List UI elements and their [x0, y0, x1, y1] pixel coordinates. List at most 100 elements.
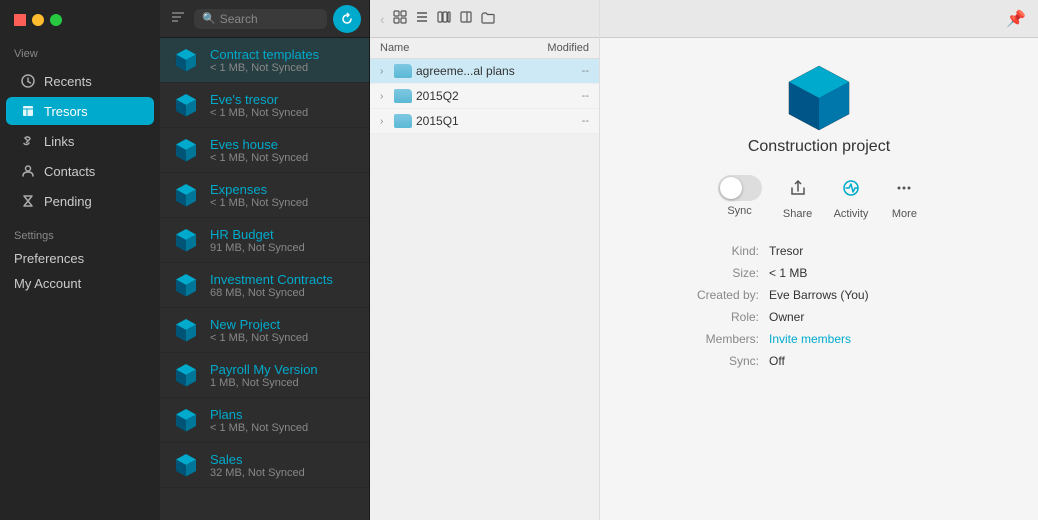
tresor-icon: [172, 361, 200, 389]
sync-action[interactable]: Sync: [718, 175, 762, 217]
list-item-info: Eve's tresor < 1 MB, Not Synced: [210, 92, 308, 119]
sync-toggle[interactable]: [718, 175, 762, 201]
detail-info: Kind: Tresor Size: < 1 MB Created by: Ev…: [669, 240, 969, 372]
project-logo: [779, 58, 859, 138]
file-row-name: agreeme...al plans: [416, 64, 525, 78]
activity-action-label: Activity: [834, 208, 869, 220]
list-item[interactable]: HR Budget 91 MB, Not Synced: [160, 218, 369, 263]
detail-row-sync: Sync: Off: [669, 350, 969, 372]
recents-label: Recents: [44, 74, 92, 89]
sync-button[interactable]: [333, 5, 361, 33]
file-row-name: 2015Q2: [416, 89, 525, 103]
detail-row-kind: Kind: Tresor: [669, 240, 969, 262]
sidebar-view-label: View: [0, 36, 160, 66]
list-item-name: Plans: [210, 407, 308, 422]
tresor-icon: [172, 451, 200, 479]
column-name: Name: [380, 42, 529, 54]
links-label: Links: [44, 134, 74, 149]
file-row-modified: --: [529, 90, 589, 102]
activity-action[interactable]: Activity: [834, 172, 869, 220]
folder-icon[interactable]: [481, 11, 495, 27]
more-action-label: More: [892, 208, 917, 220]
share-action-label: Share: [783, 208, 812, 220]
list-item-info: Eves house < 1 MB, Not Synced: [210, 137, 308, 164]
file-row-name: 2015Q1: [416, 114, 525, 128]
preview-icon[interactable]: [459, 10, 473, 27]
list-item-name: Eves house: [210, 137, 308, 152]
sort-icon[interactable]: [168, 8, 188, 29]
activity-icon: [835, 172, 867, 204]
contacts-label: Contacts: [44, 164, 95, 179]
role-label: Role:: [669, 310, 759, 324]
file-row[interactable]: › 2015Q1 --: [370, 109, 599, 134]
sidebar-item-recents[interactable]: Recents: [6, 67, 154, 95]
more-action[interactable]: More: [888, 172, 920, 220]
list-item-info: Investment Contracts 68 MB, Not Synced: [210, 272, 333, 299]
view-columns-icon[interactable]: [437, 10, 451, 27]
list-item-meta: 91 MB, Not Synced: [210, 242, 305, 254]
detail-row-created-by: Created by: Eve Barrows (You): [669, 284, 969, 306]
detail-toolbar: 📌: [600, 0, 1038, 38]
tresor-icon: [172, 136, 200, 164]
sync-action-label: Sync: [727, 205, 751, 217]
size-value: < 1 MB: [769, 266, 807, 280]
file-browser: ‹ Name Modified › agreeme...al plans -- …: [370, 0, 600, 520]
detail-panel: 📌 Construction project Sync: [600, 0, 1038, 520]
detail-row-size: Size: < 1 MB: [669, 262, 969, 284]
tresor-icon: [172, 271, 200, 299]
my-account-label: My Account: [14, 276, 81, 291]
search-input[interactable]: [220, 12, 319, 26]
clock-icon: [20, 73, 36, 89]
hourglass-icon: [20, 193, 36, 209]
list-item[interactable]: Plans < 1 MB, Not Synced: [160, 398, 369, 443]
tresor-icon: [172, 226, 200, 254]
sidebar-item-links[interactable]: Links: [6, 127, 154, 155]
folder-icon: [394, 89, 412, 103]
list-item-info: Expenses < 1 MB, Not Synced: [210, 182, 308, 209]
size-label: Size:: [669, 266, 759, 280]
sync-info-label: Sync:: [669, 354, 759, 368]
list-item-meta: < 1 MB, Not Synced: [210, 62, 319, 74]
list-item[interactable]: Expenses < 1 MB, Not Synced: [160, 173, 369, 218]
list-item[interactable]: New Project < 1 MB, Not Synced: [160, 308, 369, 353]
sync-info-value: Off: [769, 354, 785, 368]
tresor-icon: [172, 181, 200, 209]
list-item-info: Contract templates < 1 MB, Not Synced: [210, 47, 319, 74]
sidebar-item-preferences[interactable]: Preferences: [0, 246, 160, 271]
sidebar-item-tresors[interactable]: Tresors: [6, 97, 154, 125]
list-item[interactable]: Eve's tresor < 1 MB, Not Synced: [160, 83, 369, 128]
list-item-meta: < 1 MB, Not Synced: [210, 197, 308, 209]
view-list-icon[interactable]: [415, 10, 429, 27]
folder-icon: [394, 114, 412, 128]
detail-row-role: Role: Owner: [669, 306, 969, 328]
list-item[interactable]: Sales 32 MB, Not Synced: [160, 443, 369, 488]
members-value[interactable]: Invite members: [769, 332, 851, 346]
share-action[interactable]: Share: [782, 172, 814, 220]
chevron-icon: ›: [380, 66, 390, 77]
list-item[interactable]: Eves house < 1 MB, Not Synced: [160, 128, 369, 173]
tresor-icon: [172, 406, 200, 434]
sidebar-item-my-account[interactable]: My Account: [0, 271, 160, 296]
file-browser-empty-area: [370, 134, 599, 520]
sidebar-item-contacts[interactable]: Contacts: [6, 157, 154, 185]
list-item[interactable]: Contract templates < 1 MB, Not Synced: [160, 38, 369, 83]
back-icon[interactable]: ‹: [380, 11, 385, 27]
view-grid-icon[interactable]: [393, 10, 407, 27]
action-bar: Sync Share: [718, 172, 921, 220]
pin-icon[interactable]: 📌: [1006, 9, 1026, 29]
list-item[interactable]: Payroll My Version 1 MB, Not Synced: [160, 353, 369, 398]
list-item-info: HR Budget 91 MB, Not Synced: [210, 227, 305, 254]
file-row[interactable]: › agreeme...al plans --: [370, 59, 599, 84]
sidebar-item-pending[interactable]: Pending: [6, 187, 154, 215]
list-item-meta: < 1 MB, Not Synced: [210, 152, 308, 164]
list-item-meta: 32 MB, Not Synced: [210, 467, 305, 479]
file-row[interactable]: › 2015Q2 --: [370, 84, 599, 109]
list-item-name: Investment Contracts: [210, 272, 333, 287]
project-title: Construction project: [748, 138, 890, 156]
list-item[interactable]: Investment Contracts 68 MB, Not Synced: [160, 263, 369, 308]
search-box[interactable]: 🔍: [194, 9, 327, 29]
list-item-info: New Project < 1 MB, Not Synced: [210, 317, 308, 344]
kind-label: Kind:: [669, 244, 759, 258]
list-item-name: Payroll My Version: [210, 362, 318, 377]
list-item-name: HR Budget: [210, 227, 305, 242]
